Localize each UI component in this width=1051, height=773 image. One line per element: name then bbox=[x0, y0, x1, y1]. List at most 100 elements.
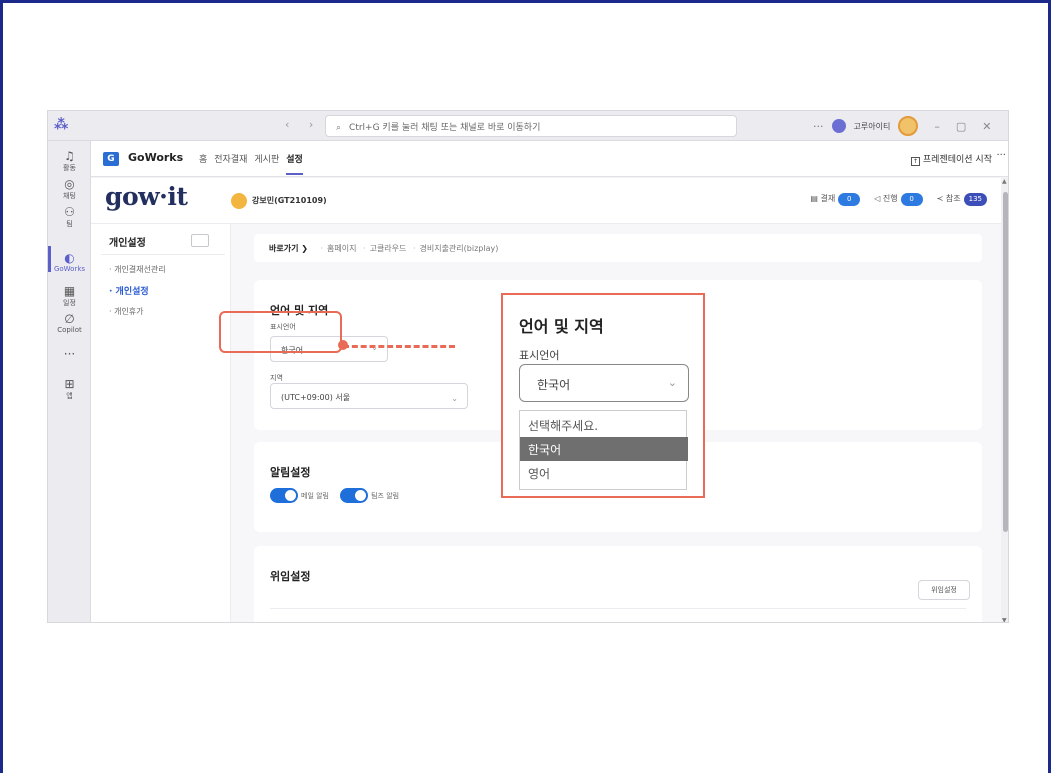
rail-item-calendar[interactable]: ▦ 일정 bbox=[48, 284, 91, 308]
apps-icon: ⊞ bbox=[64, 377, 75, 391]
present-label: 프레젠테이션 시작 bbox=[922, 155, 992, 165]
chevron-down-icon: ⌄ bbox=[451, 394, 458, 403]
tab-approval[interactable]: 전자결재 bbox=[214, 152, 247, 175]
highlight-box bbox=[219, 311, 342, 353]
avatar[interactable] bbox=[898, 116, 919, 136]
copilot-icon: ∅ bbox=[64, 312, 75, 326]
stat-count: 0 bbox=[900, 193, 923, 206]
close-icon[interactable]: ✕ bbox=[982, 120, 991, 133]
app-more-icon[interactable]: ··· bbox=[996, 150, 1006, 161]
tab-board[interactable]: 게시판 bbox=[254, 152, 279, 175]
rail-item-more[interactable]: ··· bbox=[48, 347, 91, 361]
minimize-icon[interactable]: – bbox=[934, 120, 940, 133]
rail-label: 채팅 bbox=[63, 192, 76, 200]
search-input[interactable]: ⌕ Ctrl+G 키를 눌러 채팅 또는 채널로 바로 이동하기 bbox=[325, 115, 737, 137]
divider bbox=[270, 608, 966, 609]
dropdown-option-placeholder[interactable]: 선택해주세요. bbox=[520, 413, 688, 437]
scrollbar-thumb[interactable] bbox=[1003, 192, 1008, 532]
search-placeholder: Ctrl+G 키를 눌러 채팅 또는 채널로 바로 이동하기 bbox=[349, 123, 541, 133]
search-icon: ⌕ bbox=[336, 123, 342, 133]
stat-progress[interactable]: ◁ 진행 0 bbox=[874, 193, 923, 206]
tab-settings[interactable]: 설정 bbox=[286, 152, 303, 175]
app-name: GoWorks bbox=[128, 151, 184, 164]
briefcase-icon bbox=[191, 234, 209, 247]
share-icon: ≺ bbox=[936, 194, 946, 203]
bell-icon: ♫ bbox=[64, 149, 75, 163]
more-options-icon[interactable]: ··· bbox=[813, 120, 824, 133]
scroll-down-icon[interactable]: ▼ bbox=[1002, 617, 1007, 622]
user-name[interactable]: 고루아이티 bbox=[854, 121, 891, 132]
send-icon: ◁ bbox=[874, 194, 883, 203]
stat-label: 결재 bbox=[820, 194, 836, 203]
approval-icon: ▤ bbox=[810, 194, 821, 203]
breadcrumb-lead: 바로가기 ❯ bbox=[269, 244, 308, 253]
teams-alert-toggle[interactable] bbox=[340, 488, 369, 503]
left-nav-item-vacation[interactable]: · 개인휴가 bbox=[109, 306, 144, 317]
stat-label: 참조 bbox=[945, 194, 961, 203]
nav-arrows[interactable]: ‹ › bbox=[285, 118, 321, 131]
app-header: G GoWorks 홈 전자결재 게시판 설정 ↑ 프레젠테이션 시작 ··· bbox=[91, 141, 1008, 177]
rail-item-goworks[interactable]: ◐ GoWorks bbox=[48, 251, 91, 273]
left-nav: 개인설정 · 개인결재선관리 · 개인설정 · 개인휴가 bbox=[91, 224, 231, 622]
chevron-down-icon: ⌄ bbox=[667, 376, 677, 389]
stat-reference[interactable]: ≺ 참조 135 bbox=[937, 193, 987, 206]
maximize-icon[interactable]: ▢ bbox=[956, 120, 966, 133]
breadcrumb-link-bizplay[interactable]: 경비지출관리(bizplay) bbox=[419, 244, 498, 253]
zoom-select-value: 한국어 bbox=[537, 378, 571, 392]
stat-approval[interactable]: ▤ 결재 0 bbox=[810, 193, 861, 206]
teams-alert-label: 팀즈 알림 bbox=[371, 491, 400, 500]
teams-icon: ⚇ bbox=[64, 205, 75, 219]
rail-label: GoWorks bbox=[53, 265, 86, 273]
rail-item-chat[interactable]: ◎ 채팅 bbox=[48, 177, 91, 201]
calendar-icon: ▦ bbox=[63, 284, 76, 298]
user-avatar bbox=[231, 193, 247, 209]
app-tabs: 홈 전자결재 게시판 설정 bbox=[199, 152, 303, 175]
left-nav-title: 개인설정 bbox=[109, 238, 146, 249]
notification-card-title: 알림설정 bbox=[270, 466, 311, 479]
user-name[interactable]: 강보민(GT210109) bbox=[252, 195, 327, 206]
rail-item-activity[interactable]: ♫ 활동 bbox=[48, 149, 91, 173]
teams-rail: ♫ 활동 ◎ 채팅 ⚇ 팀 ◐ GoWorks ▦ 일정 ∅ Copilot ··· ⊞ 앱 bbox=[48, 141, 91, 622]
goworks-logo-icon: G bbox=[103, 152, 119, 166]
tab-home[interactable]: 홈 bbox=[199, 152, 207, 175]
teams-logo-icon: ⁂ bbox=[54, 117, 69, 133]
stat-count: 135 bbox=[963, 193, 987, 206]
breadcrumb-link-homepage[interactable]: 홈페이지 bbox=[327, 244, 356, 253]
rail-item-teams[interactable]: ⚇ 팀 bbox=[48, 205, 91, 229]
language-dropdown-list: 선택해주세요. 한국어 영어 bbox=[519, 410, 688, 490]
dropdown-option-korean[interactable]: 한국어 bbox=[520, 437, 688, 461]
chat-icon: ◎ bbox=[64, 177, 75, 191]
delegation-card-title: 위임설정 bbox=[270, 570, 311, 583]
rail-item-copilot[interactable]: ∅ Copilot bbox=[48, 312, 91, 334]
status-icon[interactable] bbox=[831, 119, 846, 133]
zoom-label: 표시언어 bbox=[519, 349, 560, 362]
gowit-logo[interactable]: gow·it bbox=[105, 182, 188, 211]
delegation-card: 위임설정 위임설정 bbox=[254, 546, 982, 622]
start-presentation-button[interactable]: ↑ 프레젠테이션 시작 bbox=[910, 152, 992, 166]
zoom-language-select[interactable]: 한국어 ⌄ bbox=[519, 364, 689, 402]
more-icon: ··· bbox=[63, 347, 76, 361]
region-label: 지역 bbox=[270, 374, 283, 382]
left-nav-item-approval-line[interactable]: · 개인결재선관리 bbox=[109, 264, 166, 275]
rail-label: 활동 bbox=[63, 164, 76, 172]
approval-stats: ▤ 결재 0 ◁ 진행 0 ≺ 참조 135 bbox=[810, 193, 987, 206]
mail-alert-label: 메일 알림 bbox=[301, 491, 329, 500]
region-value: (UTC+09:00) 서울 bbox=[281, 393, 351, 402]
breadcrumb: 바로가기 ❯ · 홈페이지 · 고클라우드 · 경비지출관리(bizplay) bbox=[254, 234, 982, 262]
scroll-up-icon[interactable]: ▲ bbox=[1002, 178, 1007, 185]
goworks-icon: ◐ bbox=[64, 251, 75, 265]
rail-label: 일정 bbox=[63, 299, 76, 307]
rail-item-apps[interactable]: ⊞ 앱 bbox=[48, 377, 91, 401]
mail-alert-toggle[interactable] bbox=[270, 488, 298, 503]
zoom-callout: 언어 및 지역 표시언어 한국어 ⌄ 선택해주세요. 한국어 영어 bbox=[501, 293, 705, 498]
region-select[interactable]: (UTC+09:00) 서울 ⌄ bbox=[270, 383, 468, 409]
delegation-button[interactable]: 위임설정 bbox=[918, 580, 970, 600]
left-nav-item-personal-settings[interactable]: · 개인설정 bbox=[109, 284, 149, 297]
breadcrumb-sep: · bbox=[320, 244, 324, 253]
breadcrumb-link-gocloud[interactable]: 고클라우드 bbox=[370, 244, 407, 253]
scrollbar[interactable]: ▲ ▼ bbox=[1001, 178, 1008, 622]
rail-label: Copilot bbox=[57, 326, 82, 334]
title-bar: ⁂ ‹ › ⌕ Ctrl+G 키를 눌러 채팅 또는 채널로 바로 이동하기 ··… bbox=[48, 111, 1008, 141]
rail-label: 팀 bbox=[66, 220, 73, 228]
dropdown-option-english[interactable]: 영어 bbox=[520, 461, 688, 485]
